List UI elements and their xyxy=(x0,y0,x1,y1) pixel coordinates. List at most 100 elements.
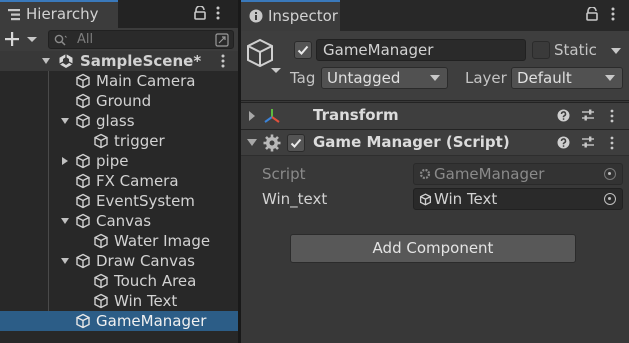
gameobject-icon xyxy=(76,213,90,229)
fold-closed-icon[interactable] xyxy=(248,111,256,121)
tag-dropdown[interactable]: Untagged xyxy=(321,67,448,89)
transform-title: Transform xyxy=(313,106,399,124)
item-label: trigger xyxy=(114,132,165,150)
win-text-field-label: Win_text xyxy=(262,190,328,208)
item-label: Draw Canvas xyxy=(96,252,196,270)
item-label: EventSystem xyxy=(96,192,195,210)
hierarchy-item-touch-area[interactable]: Touch Area xyxy=(0,271,238,291)
hierarchy-item-pipe[interactable]: pipe xyxy=(0,151,238,171)
item-label: FX Camera xyxy=(96,172,179,190)
hierarchy-item-fx-camera[interactable]: FX Camera xyxy=(0,171,238,191)
chevron-down-icon[interactable] xyxy=(611,47,621,55)
fold-open-icon[interactable] xyxy=(60,216,70,226)
search-icon xyxy=(54,34,67,46)
transform-component-header[interactable]: Transform xyxy=(241,102,629,129)
inspector-tab-label: Inspector xyxy=(268,7,338,25)
hierarchy-item-main-camera[interactable]: Main Camera xyxy=(0,71,238,91)
search-input[interactable] xyxy=(77,31,197,48)
transform-icon xyxy=(264,109,280,123)
info-icon xyxy=(249,9,263,23)
gameobject-icon xyxy=(76,253,90,269)
tag-value: Untagged xyxy=(327,69,401,87)
create-button[interactable] xyxy=(5,30,39,48)
hierarchy-icon xyxy=(8,9,20,21)
more-icon[interactable] xyxy=(220,54,226,68)
item-label: pipe xyxy=(96,152,129,170)
tab-hierarchy[interactable]: Hierarchy xyxy=(0,0,118,28)
script-field-label: Script xyxy=(262,165,306,183)
object-picker-icon[interactable] xyxy=(604,193,616,205)
more-icon[interactable] xyxy=(609,7,617,21)
gameobject-icon xyxy=(76,173,90,189)
unity-scene-icon xyxy=(59,54,73,68)
chevron-down-icon xyxy=(605,75,615,81)
help-icon[interactable] xyxy=(557,136,570,149)
hierarchy-item-canvas[interactable]: Canvas xyxy=(0,211,238,231)
fold-open-icon[interactable] xyxy=(60,256,70,266)
help-icon[interactable] xyxy=(557,109,570,122)
gear-icon xyxy=(263,134,281,152)
gameobject-large-icon[interactable] xyxy=(246,38,286,76)
gameobject-icon xyxy=(76,193,90,209)
more-icon[interactable] xyxy=(609,136,615,150)
hierarchy-item-gamemanager[interactable]: GameManager xyxy=(0,311,238,331)
lock-icon[interactable] xyxy=(584,7,600,21)
win-text-field-value: Win Text xyxy=(434,190,498,208)
script-component-header[interactable]: Game Manager (Script) xyxy=(241,129,629,156)
hierarchy-item-trigger[interactable]: trigger xyxy=(0,131,238,151)
gameobject-icon xyxy=(94,293,108,309)
static-checkbox[interactable] xyxy=(532,41,550,59)
active-checkbox[interactable] xyxy=(294,41,312,59)
hierarchy-tab-label: Hierarchy xyxy=(26,5,99,23)
object-picker-icon xyxy=(604,168,616,180)
item-label: Win Text xyxy=(114,292,178,310)
hierarchy-item-glass[interactable]: glass xyxy=(0,111,238,131)
presets-icon[interactable] xyxy=(581,136,595,149)
gameobject-icon xyxy=(419,193,432,206)
gameobject-icon xyxy=(76,113,90,129)
more-icon[interactable] xyxy=(609,109,615,123)
chevron-down-icon xyxy=(27,37,37,42)
gameobject-icon xyxy=(94,273,108,289)
hierarchy-item-water-image[interactable]: Water Image xyxy=(0,231,238,251)
add-component-button[interactable]: Add Component xyxy=(290,234,576,263)
gameobject-icon xyxy=(76,93,90,109)
item-label: Main Camera xyxy=(96,72,196,90)
scene-name: SampleScene* xyxy=(80,52,202,70)
chevron-down-icon xyxy=(430,75,440,81)
fold-open-icon[interactable] xyxy=(41,56,51,66)
hierarchy-item-win-text[interactable]: Win Text xyxy=(0,291,238,311)
fold-open-icon[interactable] xyxy=(60,116,70,126)
tab-inspector[interactable]: Inspector xyxy=(241,0,340,31)
hierarchy-item-eventsystem[interactable]: EventSystem xyxy=(0,191,238,211)
hierarchy-item-ground[interactable]: Ground xyxy=(0,91,238,111)
hierarchy-item-draw-canvas[interactable]: Draw Canvas xyxy=(0,251,238,271)
layer-label: Layer xyxy=(465,69,507,87)
fold-closed-icon[interactable] xyxy=(60,156,70,166)
script-icon xyxy=(419,168,431,180)
fold-open-icon[interactable] xyxy=(247,139,257,147)
script-field-value: GameManager xyxy=(434,165,545,183)
object-header: GameManager Static Tag Untagged Layer De… xyxy=(241,31,629,101)
item-label: Ground xyxy=(96,92,152,110)
item-label: Touch Area xyxy=(114,272,197,290)
presets-icon[interactable] xyxy=(581,109,595,122)
search-filter-icon[interactable] xyxy=(215,33,229,47)
check-icon xyxy=(290,138,302,148)
layer-value: Default xyxy=(517,69,572,87)
gameobject-icon xyxy=(76,313,90,329)
more-icon[interactable] xyxy=(214,6,222,20)
script-field: GameManager xyxy=(413,163,623,185)
item-label: glass xyxy=(96,112,135,130)
win-text-field[interactable]: Win Text xyxy=(413,188,623,210)
tag-label: Tag xyxy=(290,69,316,87)
gameobject-icon xyxy=(94,133,108,149)
hierarchy-search[interactable] xyxy=(48,30,234,49)
script-enabled-checkbox[interactable] xyxy=(287,134,305,152)
layer-dropdown[interactable]: Default xyxy=(511,67,623,89)
object-name-field[interactable]: GameManager xyxy=(316,39,526,61)
scene-row[interactable]: SampleScene* xyxy=(0,51,238,71)
item-label: Canvas xyxy=(96,212,152,230)
chevron-down-icon xyxy=(271,68,281,73)
lock-icon[interactable] xyxy=(192,6,208,20)
